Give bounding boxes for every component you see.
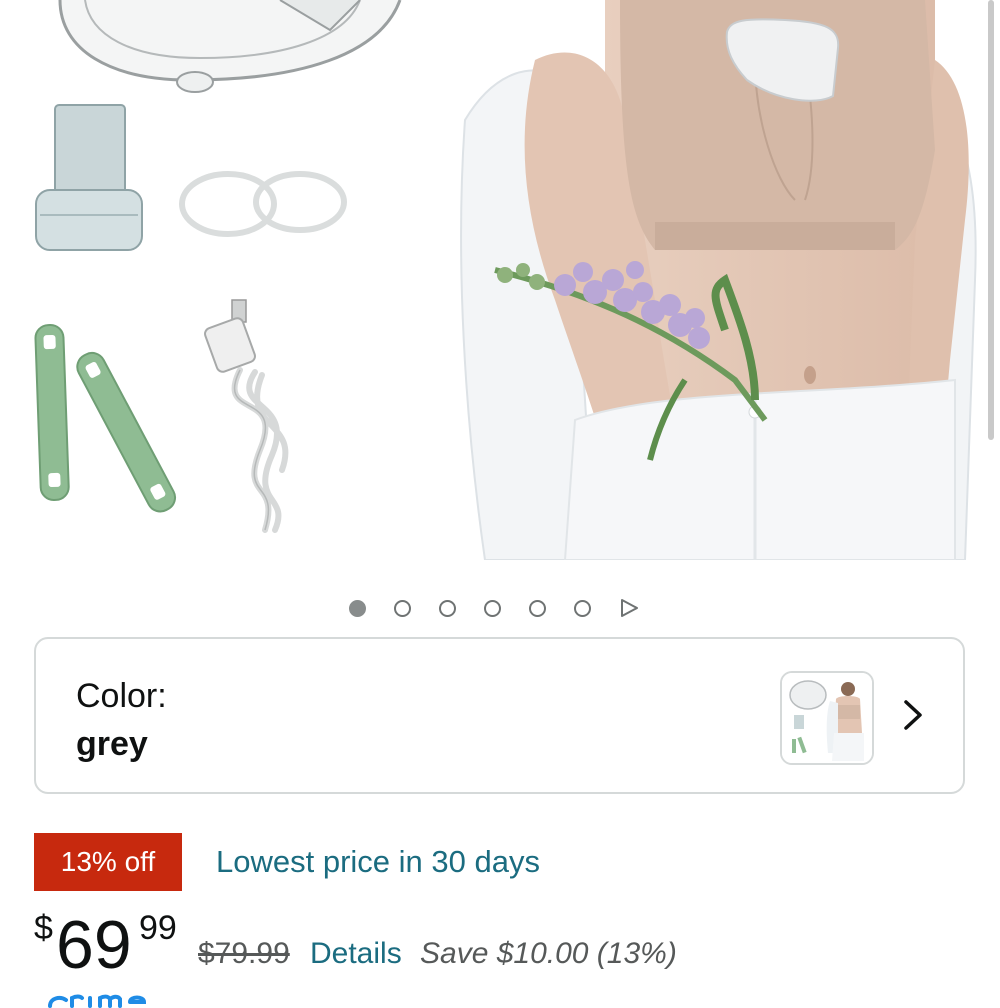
price-fraction: 99 [139,909,177,947]
carousel-dot-1[interactable] [349,599,366,617]
selected-color-value: grey [76,725,148,763]
carousel-dot-6[interactable] [574,599,591,617]
prime-logo-icon [48,994,147,1008]
carousel-dot-4[interactable] [484,599,501,617]
savings-text: Save $10.00 (13%) [420,937,677,970]
product-image-carousel[interactable] [0,0,1000,560]
carousel-dot-5[interactable] [529,599,546,617]
lowest-price-note: Lowest price in 30 days [216,844,540,879]
price-whole: 69 [56,907,132,983]
color-label: Color: [76,677,167,715]
price-details-link[interactable]: Details [310,937,402,971]
color-selector[interactable]: Color: grey [34,637,965,794]
product-accessories-image [34,0,402,533]
color-swatch-thumbnail[interactable] [780,671,874,765]
carousel-dot-3[interactable] [439,599,456,617]
price-currency-symbol: $ [34,909,53,947]
play-triangle-icon[interactable] [619,598,639,618]
chevron-right-icon[interactable] [902,699,924,731]
page-scrollbar[interactable] [988,0,994,440]
swatch-thumbnail-image [782,673,872,763]
deal-badge: 13% off [34,833,182,891]
carousel-dot-2[interactable] [394,599,411,617]
carousel-pagination [349,596,639,620]
list-price: $79.99 [198,937,290,970]
product-model-photo [460,0,977,560]
